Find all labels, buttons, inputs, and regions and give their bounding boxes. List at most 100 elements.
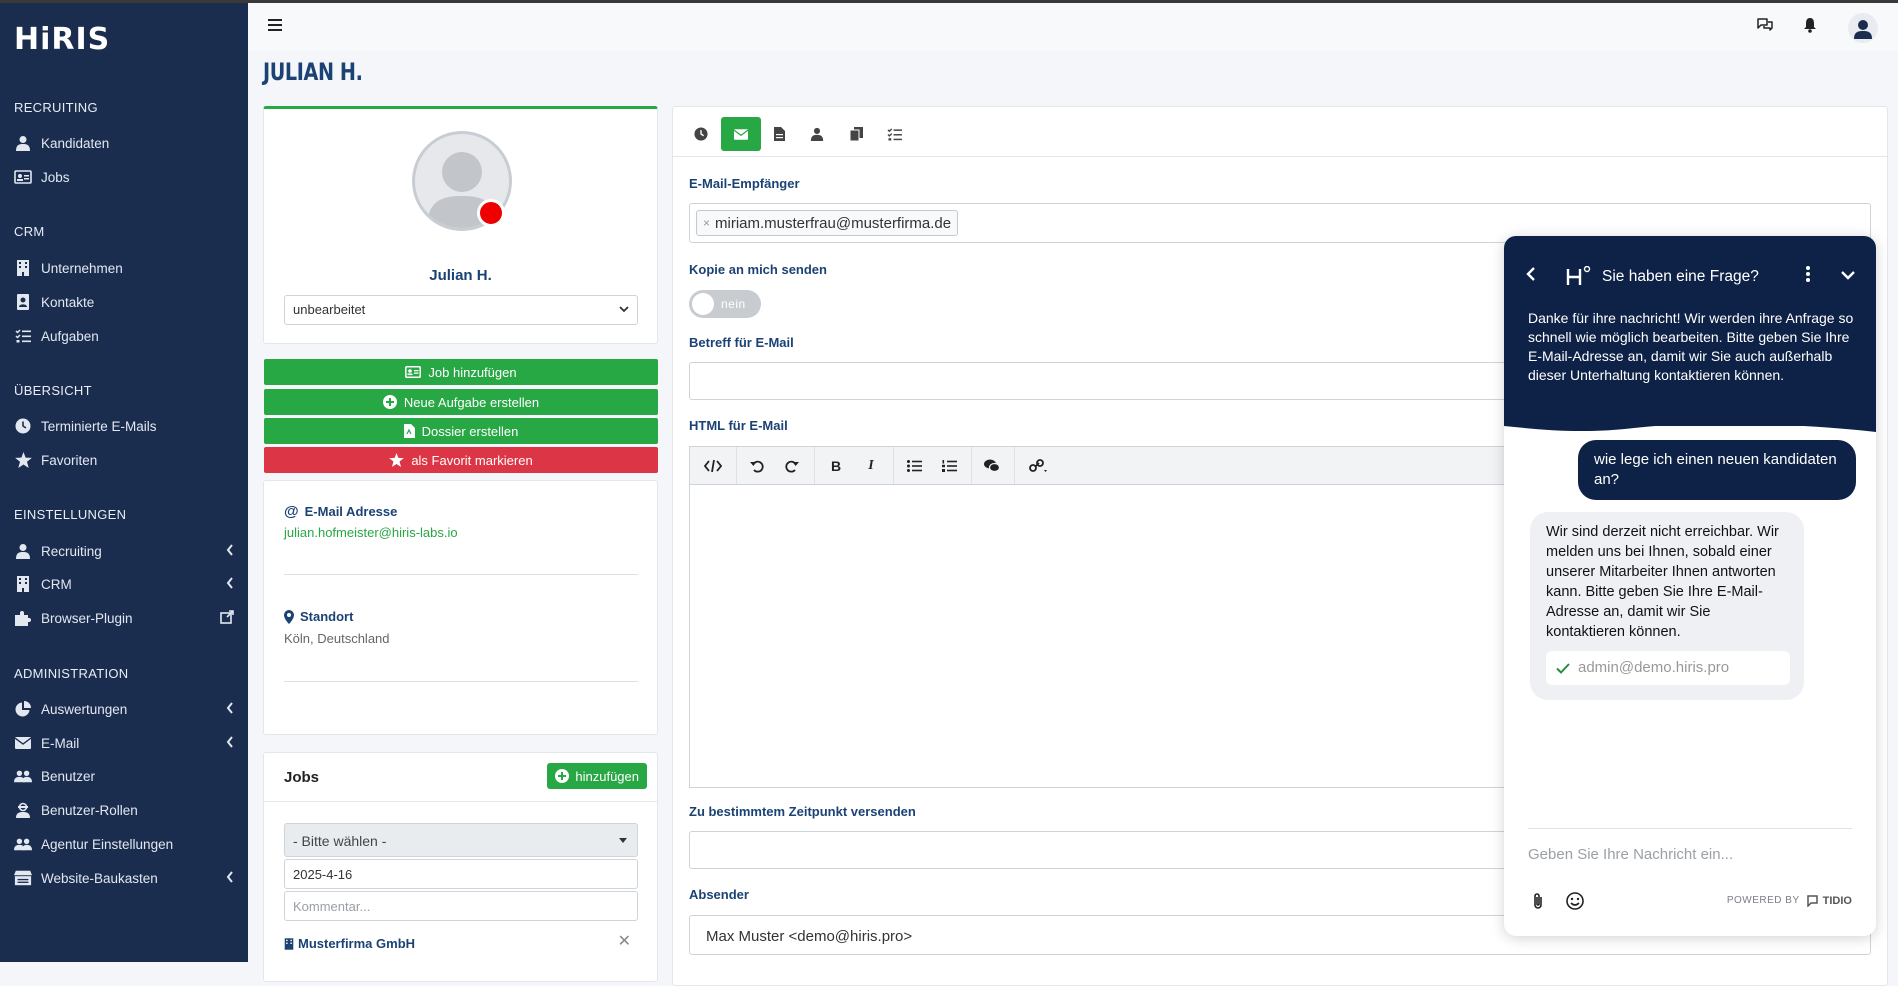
toolbar-divider	[893, 447, 894, 485]
add-job-button[interactable]: Job hinzufügen	[264, 359, 658, 385]
sidebar-item-email[interactable]: E-Mail	[14, 731, 234, 755]
app-logo[interactable]: HiRIS	[14, 22, 110, 57]
sidebar-item-website-baukasten[interactable]: Website-Baukasten	[14, 866, 234, 890]
check-icon	[1556, 662, 1570, 674]
divider	[1528, 828, 1852, 829]
company-name: Musterfirma GmbH	[298, 936, 416, 951]
sidebar-item-benutzer[interactable]: Benutzer	[14, 764, 234, 788]
user-avatar[interactable]	[1848, 13, 1878, 43]
sidebar-item-favoriten[interactable]: Favoriten	[14, 448, 234, 472]
sidebar-item-label: Benutzer-Rollen	[41, 802, 138, 818]
sidebar-item-label: Unternehmen	[41, 260, 123, 276]
tab-history[interactable]	[681, 117, 721, 151]
new-task-button[interactable]: Neue Aufgabe erstellen	[264, 389, 658, 415]
status-select-value: unbearbeitet	[293, 302, 366, 317]
sidebar-item-recruiting[interactable]: Recruiting	[14, 539, 234, 563]
caret-down-icon	[619, 838, 627, 843]
chevron-left-icon	[226, 702, 234, 714]
sidebar-item-label: Aufgaben	[41, 328, 99, 344]
store-icon	[14, 869, 32, 887]
user-secret-icon	[14, 801, 32, 819]
emoji-icon[interactable]	[1566, 892, 1584, 910]
file-pdf-icon	[403, 424, 415, 438]
section-title-administration: ADMINISTRATION	[14, 666, 129, 681]
powered-by-text: POWERED BY	[1726, 895, 1800, 906]
confirmed-email-text: admin@demo.hiris.pro	[1578, 659, 1730, 676]
numbered-list-icon[interactable]	[936, 455, 962, 477]
code-view-icon[interactable]	[700, 455, 726, 477]
hiris-h-icon	[1566, 266, 1592, 286]
tab-email[interactable]	[721, 117, 761, 151]
sidebar-item-kontakte[interactable]: Kontakte	[14, 290, 234, 314]
plus-circle-icon	[555, 769, 570, 783]
tab-tasks[interactable]	[874, 117, 914, 151]
italic-icon[interactable]: I	[858, 455, 884, 477]
recipient-chip[interactable]: × miriam.musterfrau@musterfirma.de	[696, 210, 959, 236]
chat-message-input[interactable]: Geben Sie Ihre Nachricht ein...	[1528, 846, 1733, 863]
job-select[interactable]: - Bitte wählen -	[284, 823, 638, 857]
sidebar-item-agentur-einstellungen[interactable]: Agentur Einstellungen	[14, 832, 234, 856]
toolbar-divider	[736, 447, 737, 485]
remove-job-icon[interactable]: ✕	[618, 931, 631, 951]
email-label: @ E-Mail Adresse	[284, 503, 397, 520]
link-dropdown-icon[interactable]	[1022, 455, 1056, 477]
email-link[interactable]: julian.hofmeister@hiris-labs.io	[284, 525, 458, 540]
sidebar-item-benutzer-rollen[interactable]: Benutzer-Rollen	[14, 798, 234, 822]
sidebar-item-browser-plugin[interactable]: Browser-Plugin	[14, 606, 234, 630]
file-icon	[773, 127, 785, 141]
company-link[interactable]: Musterfirma GmbH	[284, 936, 415, 951]
sidebar-item-unternehmen[interactable]: Unternehmen	[14, 256, 234, 280]
add-job-link-button[interactable]: hinzufügen	[547, 763, 647, 789]
chat-bubbles-icon[interactable]	[1756, 17, 1774, 33]
copy-label: Kopie an mich senden	[689, 262, 827, 277]
sidebar-item-aufgaben[interactable]: Aufgaben	[14, 324, 234, 348]
create-dossier-button[interactable]: Dossier erstellen	[264, 418, 658, 444]
hamburger-menu-icon[interactable]	[268, 19, 282, 31]
more-vertical-icon[interactable]	[1806, 266, 1810, 282]
sidebar-item-label: Browser-Plugin	[41, 610, 133, 626]
email-label-text: E-Mail Adresse	[304, 504, 398, 519]
tab-documents[interactable]	[759, 117, 799, 151]
status-select[interactable]: unbearbeitet	[284, 295, 638, 325]
chevron-left-icon[interactable]	[1526, 266, 1536, 282]
sidebar-item-terminierte-emails[interactable]: Terminierte E-Mails	[14, 414, 234, 438]
sidebar: HiRIS RECRUITING Kandidaten Jobs CRM Unt…	[0, 0, 248, 962]
paperclip-icon[interactable]	[1532, 892, 1544, 910]
plus-circle-icon	[382, 395, 397, 409]
envelope-icon	[734, 128, 748, 140]
favorite-label: als Favorit markieren	[411, 452, 533, 468]
section-title-einstellungen: EINSTELLUNGEN	[14, 507, 127, 522]
location-label-text: Standort	[300, 609, 354, 624]
sidebar-item-kandidaten[interactable]: Kandidaten	[14, 131, 234, 155]
user-tie-icon	[14, 134, 32, 152]
tab-profile[interactable]	[797, 117, 837, 151]
confirmed-email: admin@demo.hiris.pro	[1546, 651, 1790, 685]
tidio-brand: TIDIO	[1822, 894, 1852, 907]
redo-icon[interactable]	[779, 455, 805, 477]
remove-recipient-icon[interactable]: ×	[703, 216, 710, 230]
job-comment-input[interactable]: Kommentar...	[284, 891, 638, 921]
comments-icon[interactable]	[979, 455, 1005, 477]
job-date-input[interactable]: 2025-4-16	[284, 859, 638, 889]
bell-icon[interactable]	[1803, 17, 1817, 33]
chevron-down-icon[interactable]	[1840, 270, 1856, 280]
toggle-knob	[692, 293, 714, 315]
sidebar-item-jobs[interactable]: Jobs	[14, 165, 234, 189]
tab-copies[interactable]	[836, 117, 876, 151]
sidebar-item-auswertungen[interactable]: Auswertungen	[14, 697, 234, 721]
favorite-button[interactable]: als Favorit markieren	[264, 447, 658, 473]
powered-by[interactable]: POWERED BY TIDIO	[1727, 894, 1852, 907]
contact-info-card: @ E-Mail Adresse julian.hofmeister@hiris…	[263, 480, 658, 735]
section-title-uebersicht: ÜBERSICHT	[14, 383, 92, 398]
users-icon	[14, 767, 32, 785]
bot-message-text: Wir sind derzeit nicht erreichbar. Wir m…	[1546, 524, 1779, 640]
sidebar-item-crm[interactable]: CRM	[14, 572, 234, 596]
copy-toggle[interactable]: nein	[689, 290, 761, 318]
profile-card: Julian H. unbearbeitet	[263, 106, 658, 344]
bullet-list-icon[interactable]	[901, 455, 927, 477]
bold-icon[interactable]: B	[823, 455, 849, 477]
toolbar-divider	[1014, 447, 1015, 485]
clock-icon	[694, 127, 708, 141]
chevron-left-icon	[226, 577, 234, 589]
undo-icon[interactable]	[744, 455, 770, 477]
